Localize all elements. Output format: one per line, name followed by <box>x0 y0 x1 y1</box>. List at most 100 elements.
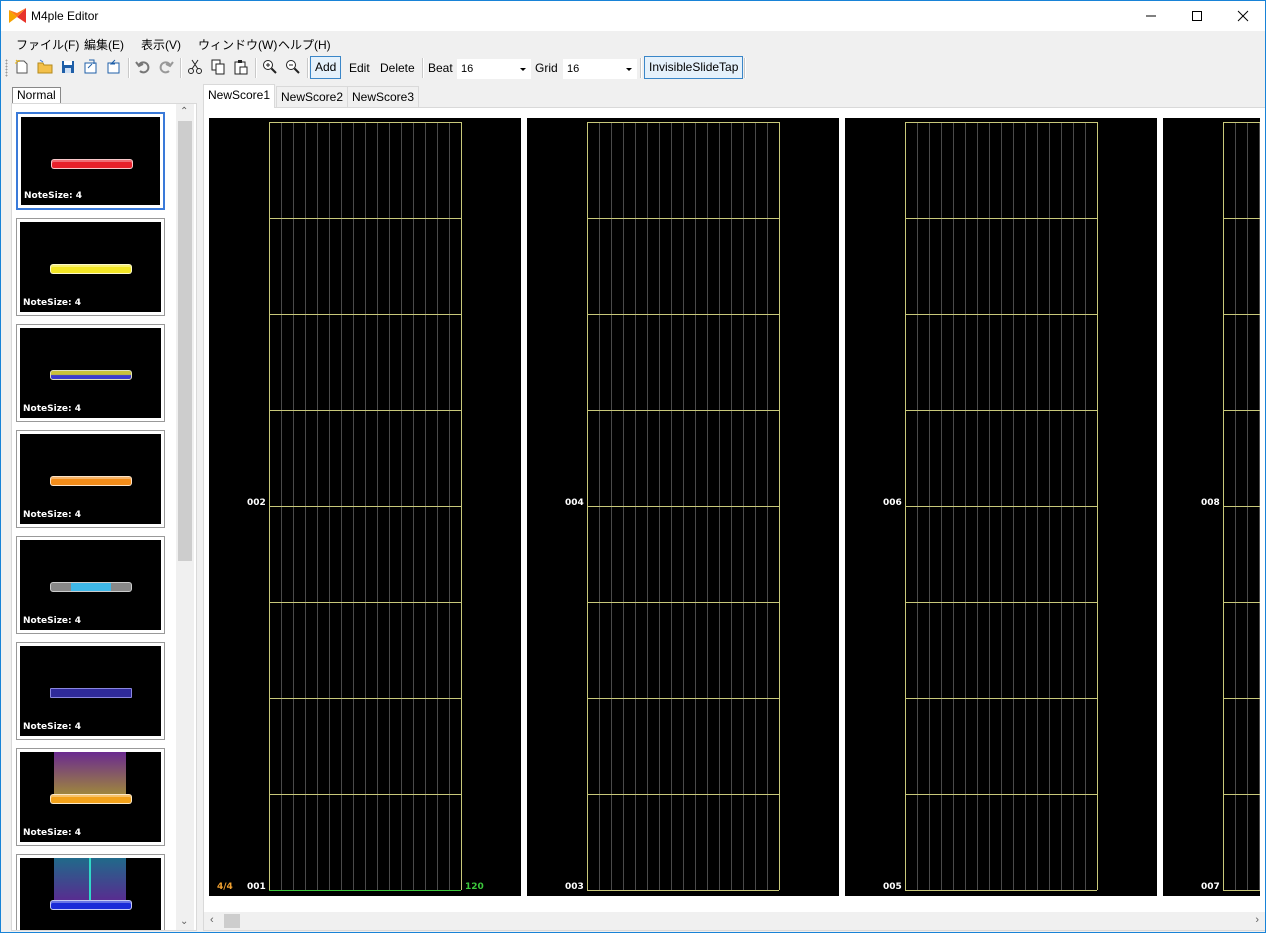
note-card-air[interactable]: NoteSize: 4 <box>16 642 165 740</box>
note-card-hold[interactable]: NoteSize: 4 <box>16 430 165 528</box>
note-shape <box>50 370 132 380</box>
note-card-flick[interactable]: NoteSize: 4 <box>16 324 165 422</box>
maximize-icon <box>1192 11 1202 21</box>
title-bar: M4ple Editor <box>1 1 1265 31</box>
measure-number-label: 003 <box>565 882 584 892</box>
minimize-button[interactable] <box>1128 1 1174 31</box>
edit-mode-button[interactable]: Edit <box>349 61 370 75</box>
palette-tab-normal[interactable]: Normal <box>12 87 61 103</box>
note-card-airslide[interactable] <box>16 854 165 930</box>
toolbar-separator <box>255 58 257 78</box>
note-shape <box>50 794 132 804</box>
score-canvas[interactable]: 002 001 4/4 120 004 003 006 005 008 007 <box>209 118 1260 909</box>
beat-label: Beat <box>428 61 453 75</box>
redo-icon[interactable] <box>158 59 174 75</box>
scroll-right-icon[interactable]: › <box>1255 915 1259 926</box>
toolbar-separator <box>744 58 746 78</box>
measure-number-label: 005 <box>883 882 902 892</box>
grid-select[interactable]: 16 <box>562 58 638 80</box>
measure-number-label: 004 <box>565 498 584 508</box>
window-title: M4ple Editor <box>31 9 99 23</box>
scrollbar-thumb[interactable] <box>178 121 192 561</box>
grid-select-value: 16 <box>567 63 580 75</box>
measure-number-label: 008 <box>1201 498 1220 508</box>
paste-icon[interactable] <box>233 59 249 75</box>
toolbar: Add Edit Delete Beat 16 Grid 16 Invisibl… <box>1 55 1265 81</box>
measure-column[interactable]: 002 001 4/4 120 <box>209 118 521 896</box>
note-preview: NoteSize: 4 <box>20 328 161 418</box>
note-size-label: NoteSize: 4 <box>23 616 82 626</box>
note-shape <box>50 476 132 486</box>
delete-mode-button[interactable]: Delete <box>380 61 415 75</box>
air-slide-trail <box>54 858 126 902</box>
save-icon[interactable] <box>60 59 76 75</box>
import-icon[interactable] <box>106 59 122 75</box>
app-window: M4ple Editor ファイル(F) 編集(E) 表示(V) ウィンドウ(W… <box>0 0 1266 933</box>
scrollbar-thumb[interactable] <box>224 914 240 928</box>
note-preview: NoteSize: 4 <box>20 646 161 736</box>
tab-newscore3[interactable]: NewScore3 <box>347 86 420 107</box>
menu-edit[interactable]: 編集(E) <box>84 36 124 53</box>
note-size-label: NoteSize: 4 <box>24 191 83 201</box>
note-shape <box>51 159 133 169</box>
toolbar-separator <box>180 58 182 78</box>
note-preview: NoteSize: 4 <box>21 117 160 205</box>
undo-icon[interactable] <box>135 59 151 75</box>
add-mode-button[interactable]: Add <box>310 56 342 79</box>
zoom-in-icon[interactable] <box>262 59 278 75</box>
menu-bar: ファイル(F) 編集(E) 表示(V) ウィンドウ(W) ヘルプ(H) <box>1 32 1265 54</box>
cut-icon[interactable] <box>187 59 203 75</box>
note-palette: NoteSize: 4 NoteSize: 4 NoteSize: 4 NoteSiz… <box>11 103 197 931</box>
measure-column[interactable]: 006 005 <box>845 118 1157 896</box>
tab-newscore1[interactable]: NewScore1 <box>203 84 276 108</box>
chevron-down-icon <box>520 68 526 71</box>
note-preview <box>20 858 161 930</box>
palette-scrollbar[interactable]: ⌃ ⌄ <box>176 104 194 930</box>
scroll-left-icon[interactable]: ‹ <box>210 915 214 926</box>
grid-label: Grid <box>535 61 558 75</box>
menu-view[interactable]: 表示(V) <box>141 36 181 53</box>
score-horizontal-scrollbar[interactable]: ‹ › <box>204 912 1265 930</box>
menu-help[interactable]: ヘルプ(H) <box>278 36 331 53</box>
zoom-out-icon[interactable] <box>285 59 301 75</box>
new-file-icon[interactable] <box>14 59 30 75</box>
note-card-extap[interactable]: NoteSize: 4 <box>16 218 165 316</box>
note-shape <box>50 688 132 698</box>
note-shape <box>50 582 132 592</box>
scroll-up-icon[interactable]: ⌃ <box>180 107 190 117</box>
toolbar-separator <box>307 58 309 78</box>
app-logo-icon <box>9 8 26 23</box>
invisible-slide-tap-toggle[interactable]: InvisibleSlideTap <box>644 56 744 79</box>
measure-number-label: 006 <box>883 498 902 508</box>
close-icon <box>1237 10 1249 22</box>
bpm-label: 120 <box>465 882 484 892</box>
measure-number-label: 001 <box>247 882 266 892</box>
toolbar-separator <box>422 58 424 78</box>
measure-column[interactable]: 008 007 <box>1163 118 1260 896</box>
note-card-airhold[interactable]: NoteSize: 4 <box>16 748 165 846</box>
scroll-down-icon[interactable]: ⌄ <box>180 917 190 927</box>
air-hold-trail <box>54 752 126 796</box>
export-icon[interactable] <box>83 59 99 75</box>
open-folder-icon[interactable] <box>37 59 53 75</box>
measure-column[interactable]: 004 003 <box>527 118 839 896</box>
close-button[interactable] <box>1220 1 1265 31</box>
menu-file[interactable]: ファイル(F) <box>16 36 79 53</box>
toolbar-grip[interactable] <box>5 59 8 77</box>
note-size-label: NoteSize: 4 <box>23 828 82 838</box>
note-size-label: NoteSize: 4 <box>23 510 82 520</box>
menu-window[interactable]: ウィンドウ(W) <box>198 36 277 53</box>
beat-select-value: 16 <box>461 63 474 75</box>
time-signature-label: 4/4 <box>217 882 233 892</box>
note-card-tap[interactable]: NoteSize: 4 <box>16 112 165 210</box>
maximize-button[interactable] <box>1174 1 1220 31</box>
copy-icon[interactable] <box>210 59 226 75</box>
note-card-slide[interactable]: NoteSize: 4 <box>16 536 165 634</box>
note-preview: NoteSize: 4 <box>20 434 161 524</box>
beat-select[interactable]: 16 <box>456 58 532 80</box>
tab-newscore2[interactable]: NewScore2 <box>276 86 349 107</box>
note-preview: NoteSize: 4 <box>20 752 161 842</box>
measure-number-label: 007 <box>1201 882 1220 892</box>
score-editor: 002 001 4/4 120 004 003 006 005 008 007 ‹ › <box>203 107 1265 931</box>
note-shape <box>50 900 132 910</box>
